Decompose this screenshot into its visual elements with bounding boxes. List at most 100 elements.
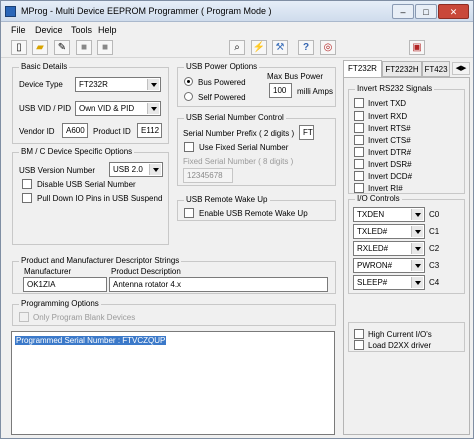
- invert-dsr-checkbox[interactable]: [354, 159, 364, 169]
- disable-usb-serial-checkbox[interactable]: [22, 179, 32, 189]
- pull-down-checkbox[interactable]: [22, 193, 32, 203]
- title-bar: MProg - Multi Device EEPROM Programmer (…: [1, 1, 473, 22]
- max-bus-power-label: Max Bus Power: [267, 72, 324, 81]
- search-icon[interactable]: ⌕: [229, 40, 245, 55]
- invert-dtr-checkbox[interactable]: [354, 147, 364, 157]
- manufacturer-input[interactable]: OK1ZIA: [23, 277, 107, 292]
- bm-options-title: BM / C Device Specific Options: [19, 147, 135, 156]
- high-current-label: High Current I/O's: [368, 330, 432, 339]
- only-program-blank-label: Only Program Blank Devices: [33, 313, 136, 322]
- minimize-button[interactable]: –: [392, 4, 414, 19]
- product-id-input[interactable]: E112: [137, 123, 162, 138]
- tool-icon[interactable]: ⚒: [272, 40, 288, 55]
- chevron-down-icon[interactable]: [411, 243, 423, 254]
- menu-help[interactable]: Help: [98, 25, 117, 35]
- close-button[interactable]: ✕: [438, 4, 469, 19]
- serial-number-title: USB Serial Number Control: [184, 113, 286, 122]
- ft232r-panel: Invert RS232 Signals Invert TXD Invert R…: [343, 77, 470, 435]
- remote-wakeup-group: USB Remote Wake Up Enable USB Remote Wak…: [177, 195, 336, 221]
- invert-rxd-label: Invert RXD: [368, 112, 408, 121]
- usb-version-label: USB Version Number: [19, 166, 96, 175]
- stop-icon[interactable]: ■: [76, 40, 92, 55]
- usb-vid-pid-label: USB VID / PID: [19, 104, 72, 113]
- menu-file[interactable]: File: [11, 25, 26, 35]
- chevron-down-icon[interactable]: [411, 260, 423, 271]
- product-description-input[interactable]: Antenna rotator 4.x: [109, 277, 328, 292]
- invert-txd-checkbox[interactable]: [354, 98, 364, 108]
- use-fixed-serial-checkbox[interactable]: [184, 142, 194, 152]
- usb-version-select[interactable]: USB 2.0: [109, 162, 163, 177]
- remote-wakeup-label: Enable USB Remote Wake Up: [199, 209, 308, 218]
- new-icon[interactable]: ▯: [11, 40, 27, 55]
- chevron-down-icon[interactable]: [411, 277, 423, 288]
- bus-powered-radio[interactable]: [184, 77, 193, 86]
- high-current-checkbox[interactable]: [354, 329, 364, 339]
- remote-wakeup-checkbox[interactable]: [184, 208, 194, 218]
- io-c0-select[interactable]: TXDEN: [353, 207, 425, 222]
- serial-prefix-input[interactable]: FT: [299, 125, 314, 140]
- only-program-blank-checkbox[interactable]: [19, 312, 29, 322]
- invert-rts-label: Invert RTS#: [368, 124, 411, 133]
- io-c3-label: C3: [429, 261, 440, 270]
- window-icon[interactable]: ▣: [409, 40, 425, 55]
- vendor-id-input[interactable]: A600: [62, 123, 88, 138]
- invert-rts-checkbox[interactable]: [354, 123, 364, 133]
- io-c2-select[interactable]: RXLED#: [353, 241, 425, 256]
- io-c4-label: C4: [429, 278, 440, 287]
- menu-bar: File Device Tools Help: [1, 22, 473, 38]
- status-list[interactable]: Programmed Serial Number : FTVCZQUP: [11, 331, 335, 435]
- toolbar: ▯ ▰ ✎ ■ ■ ⌕ ⚡ ⚒ ? ◎ ▣: [1, 38, 473, 58]
- use-fixed-serial-label: Use Fixed Serial Number: [199, 143, 289, 152]
- usb-version-value: USB 2.0: [113, 165, 143, 174]
- chevron-down-icon[interactable]: [411, 226, 423, 237]
- load-d2xx-checkbox[interactable]: [354, 340, 364, 350]
- bus-powered-label: Bus Powered: [198, 78, 246, 87]
- io-c4-select[interactable]: SLEEP#: [353, 275, 425, 290]
- menu-tools[interactable]: Tools: [71, 25, 92, 35]
- serial-number-group: USB Serial Number Control Serial Number …: [177, 113, 336, 186]
- invert-ri-checkbox[interactable]: [354, 183, 364, 193]
- invert-signals-group: Invert RS232 Signals Invert TXD Invert R…: [348, 84, 465, 194]
- invert-dcd-checkbox[interactable]: [354, 171, 364, 181]
- chevron-down-icon[interactable]: [147, 103, 159, 114]
- menu-device[interactable]: Device: [35, 25, 63, 35]
- vendor-id-label: Vendor ID: [19, 127, 55, 136]
- invert-rxd-checkbox[interactable]: [354, 111, 364, 121]
- product-description-label: Product Description: [111, 267, 181, 276]
- max-bus-power-input[interactable]: 100: [269, 83, 292, 98]
- self-powered-radio[interactable]: [184, 92, 193, 101]
- status-message: Programmed Serial Number : FTVCZQUP: [15, 336, 167, 345]
- io-c1-label: C1: [429, 227, 440, 236]
- tab-ft232r[interactable]: FT232R: [343, 60, 382, 78]
- basic-details-title: Basic Details: [19, 62, 70, 71]
- io-c1-select[interactable]: TXLED#: [353, 224, 425, 239]
- chevron-down-icon[interactable]: [149, 164, 161, 175]
- application-window: MProg - Multi Device EEPROM Programmer (…: [0, 0, 474, 439]
- fixed-serial-input[interactable]: 12345678: [183, 168, 233, 183]
- manufacturer-label: Manufacturer: [24, 267, 72, 276]
- edit-icon[interactable]: ✎: [54, 40, 70, 55]
- wand-icon[interactable]: ⚡: [251, 40, 267, 55]
- tab-scroll-arrows[interactable]: ◀▶: [452, 62, 470, 75]
- usb-vid-pid-value: Own VID & PID: [79, 104, 135, 113]
- io-c3-select[interactable]: PWRON#: [353, 258, 425, 273]
- bm-options-group: BM / C Device Specific Options USB Versi…: [12, 147, 169, 245]
- io-c2-label: C2: [429, 244, 440, 253]
- device-type-select[interactable]: FT232R: [75, 77, 161, 92]
- tab-ft423[interactable]: FT423: [422, 61, 450, 77]
- invert-cts-checkbox[interactable]: [354, 135, 364, 145]
- io-controls-title: I/O Controls: [355, 194, 402, 203]
- product-id-label: Product ID: [93, 127, 131, 136]
- tab-ft2232h[interactable]: FT2232H: [382, 61, 422, 77]
- usb-vid-pid-select[interactable]: Own VID & PID: [75, 101, 161, 116]
- help-icon[interactable]: ?: [298, 40, 314, 55]
- programming-options-group: Programming Options Only Program Blank D…: [12, 299, 336, 326]
- about-icon[interactable]: ◎: [320, 40, 336, 55]
- io-c4-value: SLEEP#: [357, 278, 388, 287]
- open-icon[interactable]: ▰: [32, 40, 48, 55]
- high-current-group: High Current I/O's Load D2XX driver: [348, 322, 465, 352]
- chevron-down-icon[interactable]: [411, 209, 423, 220]
- stop-icon[interactable]: ■: [97, 40, 113, 55]
- chevron-down-icon[interactable]: [147, 79, 159, 90]
- maximize-button[interactable]: □: [415, 4, 437, 19]
